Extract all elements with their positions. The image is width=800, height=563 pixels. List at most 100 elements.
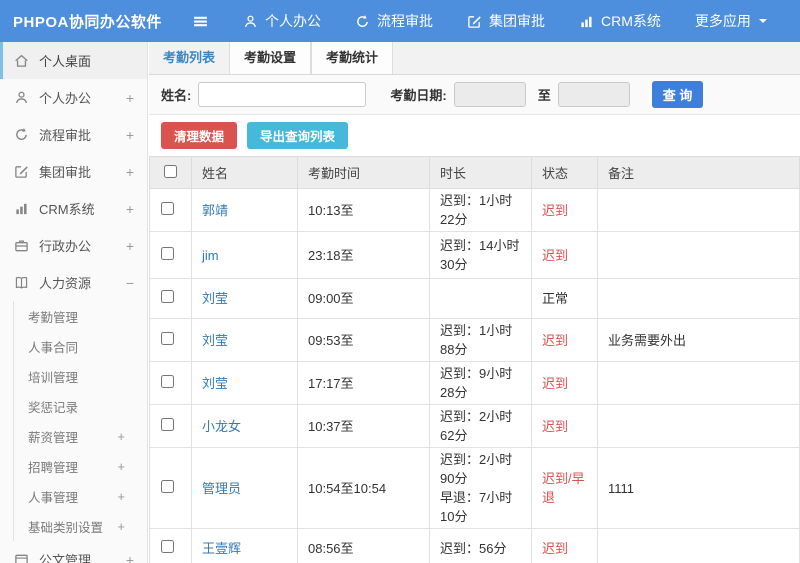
expand-toggle-icon[interactable]: − [126,275,134,291]
time-cell: 10:54至10:54 [297,447,430,529]
expand-toggle-icon[interactable]: + [126,238,134,254]
duration-line: 迟到：1小时88分 [440,323,513,357]
sidebar-item[interactable]: 流程审批 + [0,116,147,153]
employee-name-link[interactable]: jim [202,248,219,263]
sidebar-subitem[interactable]: 奖惩记录 [14,391,147,421]
employee-name-link[interactable]: 刘莹 [202,376,228,391]
expand-toggle-icon[interactable]: + [117,429,125,444]
sidebar-subitem[interactable]: 基础类别设置 + [14,511,147,541]
table-header-row: 姓名 考勤时间 时长 状态 备注 [149,156,800,189]
sidebar-item[interactable]: CRM系统 + [0,190,147,227]
status-badge: 正常 [542,291,569,306]
flow-icon [355,14,370,29]
time-cell: 10:37至 [297,404,430,448]
topnav-item[interactable]: 个人办公 [243,11,321,31]
table-row: 刘莹 09:53至 迟到：1小时88分 迟到 业务需要外出 [149,318,800,362]
status-cell: 迟到 [531,188,598,232]
topnav-item-label: 个人办公 [265,13,321,29]
column-header: 备注 [597,156,800,189]
topnav-item[interactable]: CRM系统 [579,11,661,31]
expand-toggle-icon[interactable]: + [117,519,125,534]
row-checkbox[interactable] [161,540,174,553]
duration-line: 迟到：9小时28分 [440,366,513,400]
topnav-item-label: 集团审批 [489,13,545,29]
edit-icon [14,164,30,179]
sidebar-subitem[interactable]: 考勤管理 [14,301,147,331]
note-cell [597,231,800,279]
employee-name-link[interactable]: 王壹辉 [202,541,241,556]
note-cell [597,404,800,448]
duration-cell: 迟到：14小时30分 [429,231,532,279]
employee-name-link[interactable]: 管理员 [202,481,241,496]
main-content: 考勤列表 考勤设置 考勤统计 姓名: 考勤日期: 至 查 询 清理数据 导出查询列表… [149,42,800,563]
sidebar-item[interactable]: 行政办公 + [0,227,147,264]
chart-icon [14,201,30,216]
tab-3[interactable]: 考勤统计 [311,42,394,74]
attendance-table: 姓名 考勤时间 时长 状态 备注 郭靖 10:13至 迟到：1小时22分 迟到 jim 23:18… [149,156,800,563]
expand-toggle-icon[interactable]: + [126,201,134,217]
expand-toggle-icon[interactable]: + [126,552,134,563]
sidebar-item[interactable]: 公文管理 + [0,541,147,563]
row-checkbox-cell [149,278,192,319]
name-input[interactable] [198,82,367,107]
expand-toggle-icon[interactable]: + [126,127,134,143]
name-cell: 刘莹 [191,361,298,405]
chart-icon [579,14,594,29]
expand-toggle-icon[interactable]: + [126,164,134,180]
status-badge: 迟到/早退 [542,471,585,505]
note-cell [597,361,800,405]
row-checkbox[interactable] [161,479,174,493]
sidebar-item[interactable]: 人力资源 − [0,264,147,301]
note-cell: 1111 [597,447,800,529]
row-checkbox[interactable] [161,374,174,388]
action-bar: 清理数据 导出查询列表 [149,115,800,156]
sidebar-subitem[interactable]: 培训管理 [14,361,147,391]
table-row: jim 23:18至 迟到：14小时30分 迟到 [149,231,800,279]
row-checkbox[interactable] [161,201,174,215]
row-checkbox[interactable] [161,417,174,431]
name-cell: 刘莹 [191,278,298,319]
date-to-input[interactable] [557,82,630,107]
tab-1[interactable]: 考勤列表 [149,42,229,74]
table-row: 刘莹 17:17至 迟到：9小时28分 迟到 [149,361,800,405]
topnav-item[interactable]: 更多应用 [695,11,768,31]
duration-cell: 迟到：56分 [429,528,532,563]
sidebar: 个人桌面 个人办公 + 流程审批 + 集团审批 + CRM系统 + 行政办公 + 人力资源 − 考勤管理人… [0,42,148,563]
employee-name-link[interactable]: 刘莹 [202,291,228,306]
employee-name-link[interactable]: 小龙女 [202,419,241,434]
row-checkbox[interactable] [161,331,174,345]
clear-data-button[interactable]: 清理数据 [161,122,238,149]
caret-down-icon [758,16,768,26]
employee-name-link[interactable]: 郭靖 [202,203,228,218]
sidebar-subitem[interactable]: 招聘管理 + [14,451,147,481]
name-cell: 管理员 [191,447,298,529]
name-filter-label: 姓名: [161,88,192,103]
tab-2[interactable]: 考勤设置 [229,42,312,74]
select-all-checkbox[interactable] [164,164,177,178]
row-checkbox[interactable] [161,290,174,303]
export-list-button[interactable]: 导出查询列表 [247,122,349,149]
row-checkbox[interactable] [161,246,174,260]
employee-name-link[interactable]: 刘莹 [202,333,228,348]
date-from-input[interactable] [453,82,526,107]
sidebar-subitem-label: 基础类别设置 [28,520,104,535]
expand-toggle-icon[interactable]: + [126,90,134,106]
sidebar-subitem[interactable]: 人事合同 [14,331,147,361]
name-cell: 小龙女 [191,404,298,448]
sidebar-subitem[interactable]: 人事管理 + [14,481,147,511]
sidebar-subitem[interactable]: 薪资管理 + [14,421,147,451]
topnav-item[interactable]: 集团审批 [467,11,545,31]
topnav-item-label: 更多应用 [694,13,751,29]
table-row: 郭靖 10:13至 迟到：1小时22分 迟到 [149,188,800,232]
sidebar-item[interactable]: 个人桌面 [0,42,147,79]
expand-toggle-icon[interactable]: + [117,489,125,504]
status-cell: 正常 [531,278,598,319]
menu-icon[interactable] [192,13,209,30]
expand-toggle-icon[interactable]: + [117,459,125,474]
sidebar-item[interactable]: 集团审批 + [0,153,147,190]
sidebar-item[interactable]: 个人办公 + [0,79,147,116]
sidebar-item-label: 集团审批 [39,165,92,180]
search-button[interactable]: 查 询 [651,81,704,108]
topnav-item[interactable]: 流程审批 [355,11,433,31]
topnav-item-label: CRM系统 [601,13,661,29]
